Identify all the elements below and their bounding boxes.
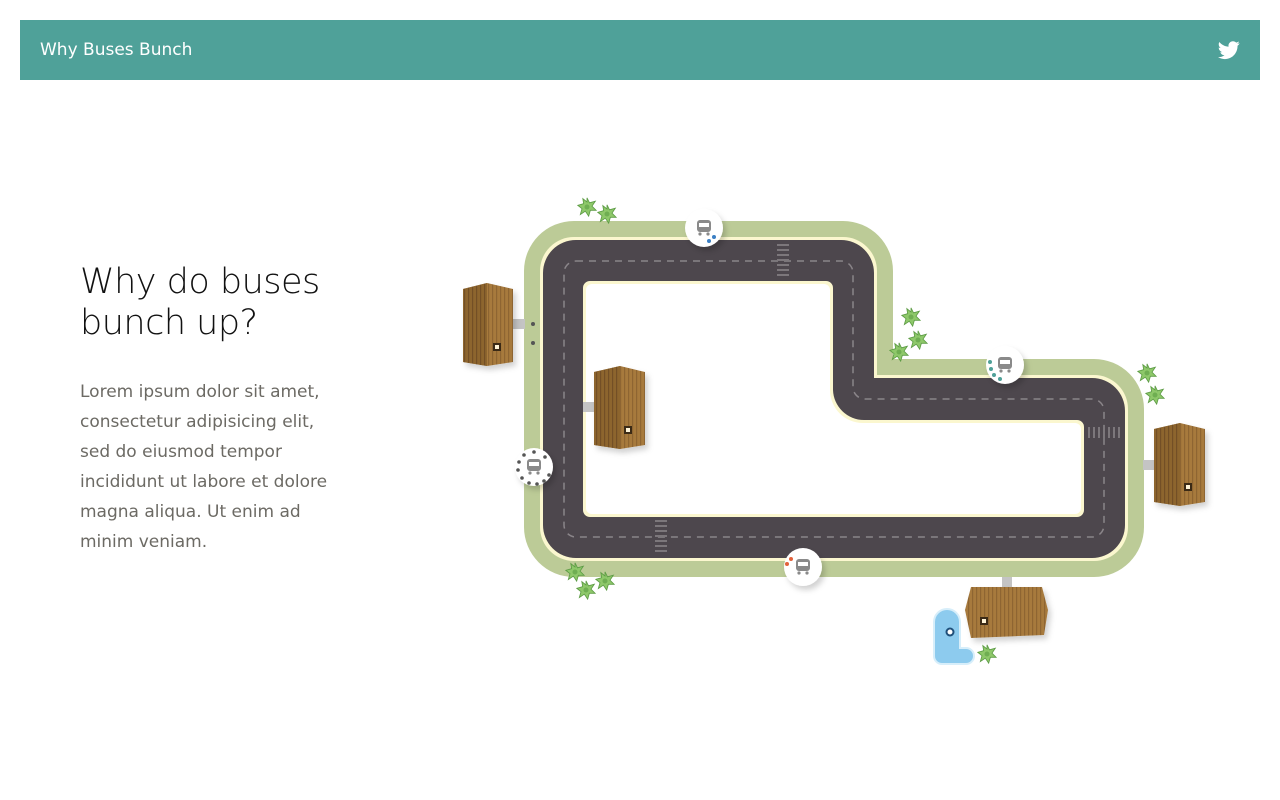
tree-icon (977, 644, 997, 664)
intro-section: Why do buses bunch up? Lorem ipsum dolor… (80, 262, 350, 557)
building-top-left (463, 283, 513, 366)
tree-icon (576, 580, 596, 600)
building-bottom (965, 587, 1048, 638)
site-header: Why Buses Bunch (20, 20, 1260, 80)
tree-icon (1145, 385, 1165, 405)
route-illustration (463, 197, 1205, 665)
intro-paragraph: Lorem ipsum dolor sit amet, consectetur … (80, 382, 328, 552)
bus-route-scene (440, 180, 1240, 700)
tree-icon (577, 197, 597, 217)
tree-icon (597, 204, 617, 224)
building-right (1154, 423, 1205, 506)
tree-icon (1137, 363, 1157, 383)
tree-icon (901, 307, 921, 327)
building-center (594, 366, 645, 449)
tree-icon (908, 330, 928, 350)
site-title-link[interactable]: Why Buses Bunch (40, 40, 192, 60)
twitter-icon[interactable] (1218, 39, 1240, 61)
page-title: Why do buses bunch up? (80, 262, 320, 343)
